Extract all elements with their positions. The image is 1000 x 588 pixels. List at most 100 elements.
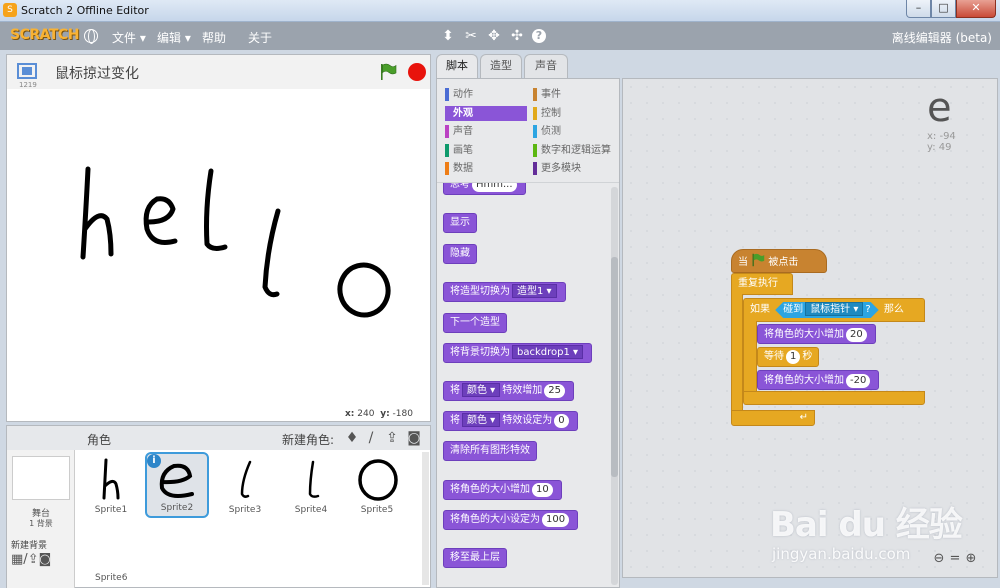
category-looks[interactable]: 外观 xyxy=(445,106,527,121)
delete-icon[interactable]: ✂ xyxy=(463,28,479,44)
sprite-tile-selected[interactable]: i Sprite2 xyxy=(145,452,209,518)
sprite-thumbnail xyxy=(102,458,120,500)
minimize-button[interactable]: – xyxy=(906,0,931,18)
forever-block-end: ↵ xyxy=(731,410,815,426)
letter-l1-drawing xyxy=(204,168,228,251)
project-title[interactable]: 鼠标掠过变化 xyxy=(55,63,139,83)
green-flag-icon[interactable] xyxy=(379,63,397,81)
tab-costumes[interactable]: 造型 xyxy=(480,54,522,78)
sprite-tile[interactable]: Sprite4 xyxy=(279,452,343,518)
block-set-size[interactable]: 将角色的大小设定为 100 xyxy=(443,510,579,530)
category-more-blocks[interactable]: 更多模块 xyxy=(533,161,615,176)
stage-selector[interactable]: 舞台 1 背景 新建背景 ▦/⇪◙ xyxy=(7,450,75,588)
sprite-thumbnail xyxy=(358,459,398,501)
block-next-costume[interactable]: 下一个造型 xyxy=(443,313,507,333)
block-hide[interactable]: 隐藏 xyxy=(443,244,477,264)
current-sprite-info: e x: -94 y: 49 xyxy=(927,85,987,165)
paint-sprite-icon[interactable]: / xyxy=(362,430,380,446)
help-icon[interactable]: ? xyxy=(532,29,546,43)
presentation-mode-icon[interactable] xyxy=(17,63,37,79)
block-clear-effects[interactable]: 清除所有图形特效 xyxy=(443,441,537,461)
stop-icon[interactable] xyxy=(408,63,426,81)
sprite-library-icon[interactable]: ♦ xyxy=(343,430,361,446)
change-size-block[interactable]: 将角色的大小增加 20 xyxy=(757,324,876,344)
stage-drawing xyxy=(80,166,391,318)
when-flag-clicked-block[interactable]: 当 被点击 xyxy=(731,249,827,273)
block-palette: 动作 事件 外观 控制 声音 侦测 画笔 数字和逻辑运算 数据 更多模块 思考 H… xyxy=(436,78,620,588)
backdrop-library-icon[interactable]: ▦ xyxy=(11,552,23,567)
grow-icon[interactable]: ✥ xyxy=(486,28,502,44)
stage-panel: 1219 鼠标掠过变化 x: 240 y: -180 xyxy=(6,54,431,422)
sprite-scrollbar[interactable] xyxy=(422,452,429,585)
tab-scripts[interactable]: 脚本 xyxy=(436,54,478,79)
forever-block[interactable]: 重复执行 xyxy=(731,273,793,295)
sprite-tile[interactable]: Sprite3 xyxy=(213,452,277,518)
effect-dropdown[interactable]: 颜色 ▾ xyxy=(462,383,501,397)
sprite-name: Sprite4 xyxy=(294,505,328,515)
touching-block[interactable]: 碰到 鼠标指针 ▾? xyxy=(775,302,879,318)
camera-sprite-icon[interactable]: ◙ xyxy=(405,430,423,446)
new-backdrop-icons: ▦/⇪◙ xyxy=(11,552,51,567)
app-icon: S xyxy=(3,3,17,17)
block-change-size[interactable]: 将角色的大小增加 10 xyxy=(443,480,562,500)
sprite-name[interactable]: Sprite6 xyxy=(95,573,127,583)
stage-thumbnail[interactable] xyxy=(12,456,70,500)
wait-block[interactable]: 等待 1 秒 xyxy=(757,347,820,367)
help-menu[interactable]: 帮助 xyxy=(202,29,226,46)
category-operators[interactable]: 数字和逻辑运算 xyxy=(533,143,615,158)
costume-dropdown[interactable]: 造型1 ▾ xyxy=(512,284,557,298)
file-menu[interactable]: 文件 ▾ xyxy=(112,29,146,46)
mouse-y: -180 xyxy=(392,409,413,419)
forever-block-arm xyxy=(731,294,743,412)
maximize-button[interactable]: □ xyxy=(931,0,956,18)
palette-scrollbar[interactable] xyxy=(611,187,618,585)
tab-sounds[interactable]: 声音 xyxy=(524,54,568,78)
category-sensing[interactable]: 侦测 xyxy=(533,124,615,139)
block-go-to-front[interactable]: 移至最上层 xyxy=(443,548,507,568)
backdrop-dropdown[interactable]: backdrop1 ▾ xyxy=(512,345,584,359)
sprite-name: Sprite2 xyxy=(160,503,194,513)
category-pen[interactable]: 画笔 xyxy=(445,143,527,158)
language-globe-icon[interactable] xyxy=(84,29,98,44)
sprites-label: 角色 xyxy=(87,433,112,447)
sprite-info-icon[interactable]: i xyxy=(147,454,161,468)
block-switch-costume[interactable]: 将造型切换为 造型1 ▾ xyxy=(443,282,566,302)
sprite-pane: 角色 新建角色: ♦ / ⇪ ◙ 舞台 1 背景 新建背景 ▦/⇪◙ Sprit… xyxy=(6,425,431,588)
close-button[interactable]: ✕ xyxy=(956,0,996,18)
if-block-arm xyxy=(743,321,757,393)
category-data[interactable]: 数据 xyxy=(445,161,527,176)
touch-target-dropdown[interactable]: 鼠标指针 ▾ xyxy=(805,302,863,316)
block-switch-backdrop[interactable]: 将背景切换为 backdrop1 ▾ xyxy=(443,343,593,363)
sprite-tile[interactable]: Sprite5 xyxy=(345,452,409,518)
if-then-block[interactable]: 如果 碰到 鼠标指针 ▾? 那么 xyxy=(743,298,925,322)
current-sprite-thumbnail: e xyxy=(927,85,952,131)
about-menu[interactable]: 关于 xyxy=(248,29,272,46)
category-list: 动作 事件 外观 控制 声音 侦测 画笔 数字和逻辑运算 数据 更多模块 xyxy=(437,79,619,183)
letter-l2-drawing xyxy=(262,208,281,298)
block-think[interactable]: 思考 Hmm... xyxy=(443,183,526,195)
category-sound[interactable]: 声音 xyxy=(445,124,527,139)
block-show[interactable]: 显示 xyxy=(443,213,477,233)
change-size-block[interactable]: 将角色的大小增加 -20 xyxy=(757,370,880,390)
version-label: 1219 xyxy=(19,81,37,89)
edit-menu[interactable]: 编辑 ▾ xyxy=(157,29,191,46)
upload-sprite-icon[interactable]: ⇪ xyxy=(383,430,401,446)
scratch-logo[interactable]: SCRATCH xyxy=(10,27,79,43)
title-bar: S Scratch 2 Offline Editor – □ ✕ xyxy=(0,0,1000,22)
camera-backdrop-icon[interactable]: ◙ xyxy=(39,552,52,567)
sprite-tile[interactable]: Sprite1 xyxy=(79,452,143,518)
category-motion[interactable]: 动作 xyxy=(445,87,527,102)
letter-o-drawing xyxy=(337,262,391,318)
category-events[interactable]: 事件 xyxy=(533,87,615,102)
upload-backdrop-icon[interactable]: ⇪ xyxy=(28,552,39,567)
watermark-url: jingyan.baidu.com xyxy=(772,545,911,563)
effect-dropdown[interactable]: 颜色 ▾ xyxy=(462,413,501,427)
stage-canvas[interactable] xyxy=(7,89,430,407)
category-control[interactable]: 控制 xyxy=(533,106,615,121)
menu-bar: SCRATCH 文件 ▾ 编辑 ▾ 帮助 关于 ⬍ ✂ ✥ ✣ ? 离线编辑器 … xyxy=(0,22,1000,50)
block-set-effect[interactable]: 将颜色 ▾ 特效设定为 0 xyxy=(443,411,578,431)
shrink-icon[interactable]: ✣ xyxy=(509,28,525,44)
block-change-effect[interactable]: 将颜色 ▾ 特效增加 25 xyxy=(443,381,574,401)
sprite-name: Sprite3 xyxy=(228,505,262,515)
duplicate-icon[interactable]: ⬍ xyxy=(440,28,456,44)
